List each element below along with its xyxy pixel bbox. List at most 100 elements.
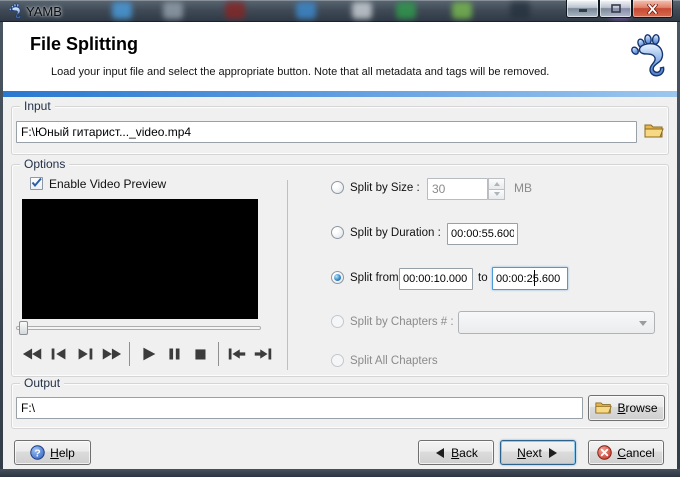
window-title: YAMB [26,4,62,19]
spin-up-button [488,178,505,190]
next-button-label: Next [517,446,542,460]
split-by-size-label: Split by Size : [350,181,420,195]
step-back-icon [48,345,70,363]
split-to-field[interactable] [492,267,568,290]
maximize-button[interactable] [599,0,632,18]
back-button-label: Back [451,446,478,460]
input-browse-button[interactable] [643,123,665,141]
wizard-header: File Splitting Load your input file and … [3,22,677,91]
spin-up-icon [494,182,500,186]
minimize-button[interactable] [566,0,599,18]
seek-slider[interactable] [16,321,261,335]
rewind-icon [22,345,44,363]
size-value-field [427,178,488,200]
close-icon [647,4,658,14]
browse-button[interactable]: Browse [588,395,665,421]
titlebar: YAMB [0,0,680,22]
header-accent-bar [3,91,677,97]
duration-value-field[interactable] [447,223,518,245]
to-label: to [478,271,488,285]
radio-split-by-duration[interactable] [331,226,344,239]
fast-forward-icon [100,345,122,363]
cancel-icon [597,445,612,460]
glass-blur-blob [452,2,472,19]
foot-logo-icon [629,32,667,83]
glass-blur-blob [352,2,372,19]
slider-track[interactable] [16,326,261,330]
minimize-icon [578,4,588,13]
split-all-chapters-label: Split All Chapters [350,354,438,368]
split-from-field[interactable] [399,268,473,290]
pause-button[interactable] [163,343,185,365]
output-path-field[interactable] [16,397,583,419]
radio-split-by-size[interactable] [331,181,344,194]
back-arrow-icon [434,447,446,459]
go-to-start-icon [226,345,248,363]
enable-preview-label: Enable Video Preview [49,177,166,191]
spin-down-icon [494,192,500,196]
page-title: File Splitting [30,34,138,55]
foot-icon [8,3,22,22]
folder-icon [595,401,612,415]
media-separator [218,342,219,366]
step-forward-icon [74,345,96,363]
stop-icon [189,345,211,363]
glass-blur-blob [225,2,245,19]
options-divider [287,180,288,370]
slider-thumb[interactable] [19,321,28,335]
radio-split-from[interactable] [331,271,344,284]
fast-forward-button[interactable] [100,343,122,365]
glass-blur-blob [163,2,183,19]
size-spinner [488,178,505,200]
split-by-chapters-label: Split by Chapters # : [350,315,454,329]
folder-icon [644,123,664,139]
glass-blur-blob [296,2,316,19]
video-preview [22,199,258,319]
media-controls [22,341,274,367]
next-arrow-icon [547,447,559,459]
check-icon [30,176,43,189]
chapters-dropdown [458,311,655,334]
options-group-label: Options [20,158,69,171]
help-button-label: Help [50,446,75,460]
close-button[interactable] [632,0,673,18]
chevron-down-icon [639,321,647,326]
help-button[interactable]: ? Help [14,440,91,465]
size-unit-label: MB [514,181,532,195]
maximize-icon [611,4,621,13]
text-caret [534,270,535,286]
yamb-window: YAMB File Splitting Load your input file… [0,0,680,477]
cancel-button-label: Cancel [617,446,654,460]
next-button[interactable]: Next [500,440,576,465]
radio-split-by-chapters [331,315,344,328]
help-icon: ? [30,445,45,460]
rewind-button[interactable] [22,343,44,365]
browse-button-label: Browse [617,401,657,415]
glass-blur-blob [396,2,416,19]
go-to-start-button[interactable] [226,343,248,365]
go-to-end-icon [252,345,274,363]
enable-preview-checkbox[interactable] [30,177,43,190]
page-subtitle: Load your input file and select the appr… [51,66,549,78]
output-group-label: Output [20,377,64,390]
step-forward-button[interactable] [74,343,96,365]
go-to-end-button[interactable] [252,343,274,365]
stop-button[interactable] [189,343,211,365]
cancel-button[interactable]: Cancel [588,440,664,465]
input-file-field[interactable] [16,121,637,143]
media-separator [129,342,130,366]
radio-split-all-chapters [331,354,344,367]
input-group-label: Input [20,100,55,113]
glass-blur-blob [510,2,530,19]
spin-down-button [488,190,505,201]
split-from-label: Split from [350,271,399,285]
svg-text:?: ? [35,448,41,459]
split-to-field-wrap [492,267,568,290]
step-back-button[interactable] [48,343,70,365]
split-by-duration-label: Split by Duration : [350,226,441,240]
window-frame-bottom [0,469,680,477]
play-icon [137,345,159,363]
play-button[interactable] [137,343,159,365]
glass-blur-blob [112,2,132,19]
back-button[interactable]: Back [418,440,494,465]
